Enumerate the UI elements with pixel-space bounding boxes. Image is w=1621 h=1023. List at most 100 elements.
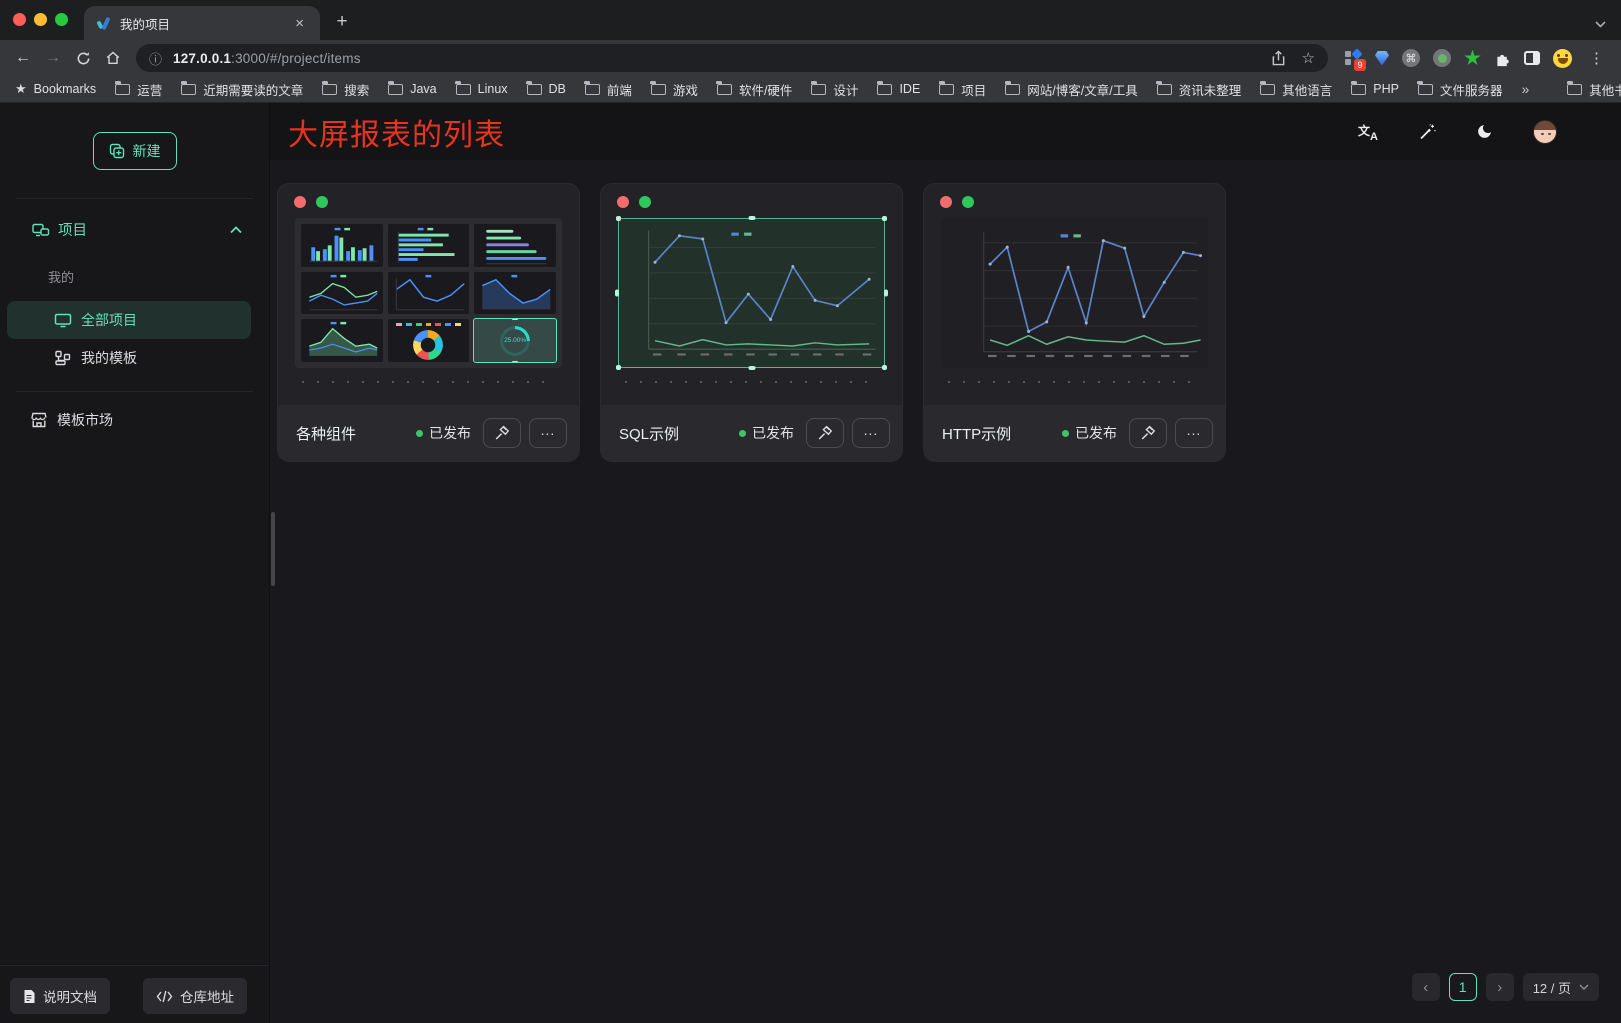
bookmark-folder[interactable]: 近期需要读的文章 <box>181 80 303 99</box>
language-translate-icon[interactable]: 文A <box>1358 123 1378 141</box>
sidebar-item-my-templates[interactable]: 我的模板 <box>7 339 251 377</box>
url-text: 127.0.0.1:3000/#/project/items <box>173 51 361 66</box>
more-actions-button[interactable]: ... <box>529 418 567 448</box>
more-actions-button[interactable]: ... <box>1175 418 1213 448</box>
mini-line-chart-single <box>388 272 470 315</box>
bookmark-folder[interactable]: 运营 <box>115 80 162 99</box>
tab-search-chevron-icon[interactable] <box>1595 21 1621 40</box>
mini-area-chart-blue <box>474 272 556 315</box>
reload-icon[interactable] <box>69 44 97 72</box>
bookmark-folder[interactable]: IDE <box>877 82 920 96</box>
status-label: 已发布 <box>752 423 794 443</box>
ellipsis-icon: ... <box>864 430 879 436</box>
site-info-icon[interactable]: ⓘ <box>149 49 162 68</box>
next-page-button[interactable]: › <box>1486 973 1514 1001</box>
card-footer: SQL示例 已发布 ... <box>601 405 902 461</box>
repo-label: 仓库地址 <box>180 986 234 1006</box>
bookmark-folder[interactable]: 资讯未整理 <box>1157 80 1242 99</box>
bookmarks-overflow-chevron[interactable]: » <box>1521 81 1529 97</box>
header-actions: 文A <box>1358 120 1557 144</box>
page-size-select[interactable]: 12 / 页 <box>1523 973 1599 1001</box>
extension-grid-icon[interactable]: 9 <box>1345 50 1362 67</box>
project-thumbnail[interactable]: 25.00% <box>295 218 562 368</box>
extension-command-icon[interactable]: ⌘ <box>1402 49 1420 67</box>
card-title: HTTP示例 <box>942 423 1054 444</box>
magic-wand-icon[interactable] <box>1418 123 1436 141</box>
bookmark-star-icon[interactable]: ☆ <box>1302 49 1315 67</box>
prev-page-button[interactable]: ‹ <box>1412 973 1440 1001</box>
side-panel-icon[interactable] <box>1524 51 1540 65</box>
bookmark-folder[interactable]: PHP <box>1351 82 1399 96</box>
bookmark-label: 搜索 <box>344 80 369 99</box>
red-dot-icon <box>294 196 306 208</box>
home-icon[interactable] <box>99 44 127 72</box>
sidebar-item-all-projects[interactable]: 全部项目 <box>7 301 251 339</box>
browser-tab[interactable]: 我的项目 × <box>84 6 320 40</box>
profile-avatar-icon[interactable] <box>1553 49 1572 68</box>
dotted-divider <box>625 381 878 383</box>
bookmark-folder[interactable]: Linux <box>456 82 508 96</box>
chrome-menu-icon[interactable]: ⋮ <box>1585 49 1608 67</box>
edit-project-button[interactable] <box>483 418 521 448</box>
bookmark-folder[interactable]: 网站/博客/文章/工具 <box>1005 80 1137 99</box>
bookmark-folder[interactable]: 搜索 <box>322 80 369 99</box>
bookmark-folder[interactable]: 其他语言 <box>1260 80 1332 99</box>
ellipsis-icon: ... <box>541 430 556 436</box>
mini-bar-chart <box>301 224 383 267</box>
share-icon[interactable] <box>1271 50 1286 66</box>
bookmarks-root[interactable]: ★ Bookmarks <box>15 81 96 97</box>
project-thumbnail[interactable] <box>941 218 1208 368</box>
bookmark-folder[interactable]: 项目 <box>939 80 986 99</box>
sidebar-section-label: 项目 <box>58 219 87 240</box>
extensions-puzzle-icon[interactable] <box>1494 50 1511 67</box>
card-window-dots <box>924 184 1225 208</box>
edit-project-button[interactable] <box>806 418 844 448</box>
more-actions-button[interactable]: ... <box>852 418 890 448</box>
bookmark-folder[interactable]: 文件服务器 <box>1418 80 1503 99</box>
edit-project-button[interactable] <box>1129 418 1167 448</box>
other-bookmarks[interactable]: 其他书签 <box>1567 80 1621 99</box>
close-tab-icon[interactable]: × <box>291 14 308 33</box>
sidebar-group-label: 我的 <box>0 240 269 286</box>
dotted-divider <box>302 381 555 383</box>
user-avatar[interactable] <box>1533 120 1557 144</box>
storefront-icon <box>30 412 48 428</box>
main-area: 大屏报表的列表 文A <box>270 103 1621 1023</box>
minimize-window-button[interactable] <box>34 13 47 26</box>
forward-icon[interactable]: → <box>39 44 67 72</box>
new-tab-button[interactable]: + <box>329 9 355 35</box>
bookmark-folder[interactable]: Java <box>388 82 436 96</box>
bookmark-folder[interactable]: 前端 <box>585 80 632 99</box>
extension-record-icon[interactable] <box>1433 49 1451 67</box>
bookmark-folder[interactable]: 游戏 <box>651 80 698 99</box>
bookmark-folder[interactable]: 软件/硬件 <box>717 80 792 99</box>
sidebar-item-label: 模板市场 <box>57 410 113 430</box>
docs-button[interactable]: 说明文档 <box>10 978 110 1014</box>
dark-mode-moon-icon[interactable] <box>1476 123 1493 140</box>
maximize-window-button[interactable] <box>55 13 68 26</box>
card-window-dots <box>601 184 902 208</box>
extension-star-icon[interactable] <box>1464 50 1481 67</box>
address-bar[interactable]: ⓘ 127.0.0.1:3000/#/project/items ☆ <box>136 44 1328 72</box>
repo-button[interactable]: 仓库地址 <box>143 978 247 1014</box>
new-project-button[interactable]: 新建 <box>93 132 177 170</box>
back-icon[interactable]: ← <box>9 44 37 72</box>
chevron-up-icon[interactable] <box>229 225 243 235</box>
app-window: 新建 项目 我的 全部项目 我的模板 模板市场 说明文档 <box>0 103 1621 1023</box>
extension-gem-icon[interactable] <box>1375 51 1389 66</box>
bookmark-folder[interactable]: DB <box>527 82 566 96</box>
bookmark-label: 软件/硬件 <box>739 80 792 99</box>
scrollbar-thumb[interactable] <box>271 512 275 586</box>
bookmark-folder[interactable]: 设计 <box>811 80 858 99</box>
current-page-button[interactable]: 1 <box>1449 973 1477 1001</box>
sidebar-item-template-market[interactable]: 模板市场 <box>0 392 269 430</box>
sidebar-item-label: 全部项目 <box>81 310 137 330</box>
extension-badge: 9 <box>1354 59 1366 71</box>
project-thumbnail[interactable] <box>618 218 885 368</box>
close-window-button[interactable] <box>13 13 26 26</box>
sidebar-item-label: 我的模板 <box>81 348 137 368</box>
pagination: ‹ 1 › 12 / 页 <box>1412 973 1599 1001</box>
screens-icon <box>32 222 50 238</box>
bookmarks-star-icon: ★ <box>15 81 27 97</box>
sidebar-section-project[interactable]: 项目 <box>0 199 269 240</box>
